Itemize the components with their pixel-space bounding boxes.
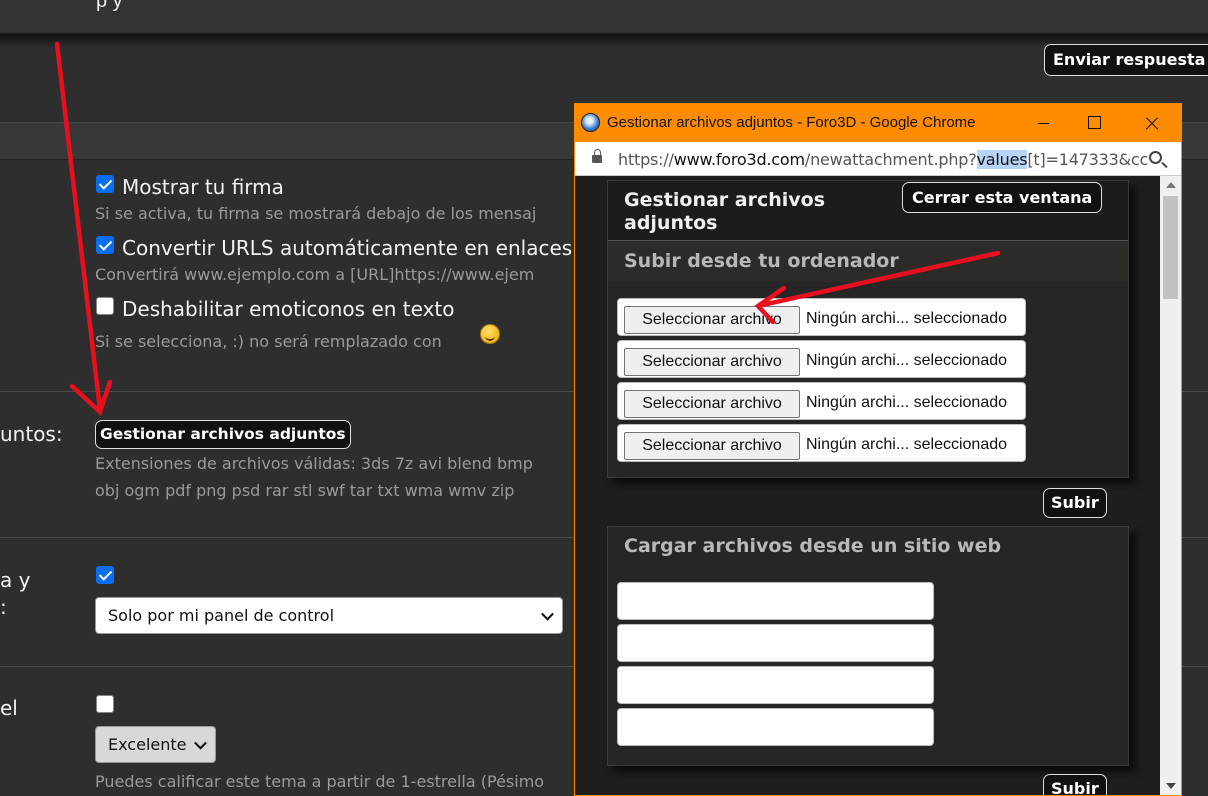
maximize-icon[interactable] <box>1071 104 1117 142</box>
file-input-4[interactable]: Seleccionar archivo Ningún archi... sele… <box>617 424 1026 462</box>
select-file-button[interactable]: Seleccionar archivo <box>624 432 800 460</box>
disable-smilies-checkbox[interactable] <box>96 297 114 315</box>
popup-window-title: Gestionar archivos adjuntos - Foro3D - G… <box>607 114 976 131</box>
top-band-text: p y <box>96 0 123 12</box>
rating-left-label: el <box>0 696 18 720</box>
auto-url-checkbox[interactable] <box>96 236 114 254</box>
chevron-down-icon <box>194 736 207 750</box>
subscription-left-label-2: : <box>0 595 7 619</box>
popup-titlebar: Gestionar archivos adjuntos - Foro3D - G… <box>575 104 1181 142</box>
panel-title-line1: Gestionar archivos <box>624 189 826 211</box>
disable-smilies-description: Si se selecciona, :) no será remplazado … <box>95 332 442 351</box>
web-upload-panel: Cargar archivos desde un sitio web <box>607 526 1129 766</box>
attachments-left-label: untos: <box>0 422 63 446</box>
web-section-title: Cargar archivos desde un sitio web <box>624 535 1002 557</box>
rating-description: Puedes calificar este tema a partir de 1… <box>95 772 545 791</box>
rating-value: Excelente <box>108 735 187 754</box>
subscription-mode-select[interactable]: Solo por mi panel de control <box>95 597 563 634</box>
scroll-down-icon[interactable] <box>1166 783 1176 789</box>
url-input-3[interactable] <box>617 666 934 704</box>
web-section-header: Cargar archivos desde un sitio web <box>608 527 1128 567</box>
auto-url-label: Convertir URLS automáticamente en enlace… <box>122 236 573 260</box>
url-input-1[interactable] <box>617 582 934 620</box>
scroll-up-icon[interactable] <box>1166 182 1176 188</box>
upload-section-title: Subir desde tu ordenador <box>624 250 899 272</box>
valid-extensions-line1: Extensiones de archivos válidas: 3ds 7z … <box>95 454 533 473</box>
select-file-button[interactable]: Seleccionar archivo <box>624 306 800 334</box>
zoom-icon[interactable] <box>1149 151 1162 164</box>
popup-content: Gestionar archivos adjuntos Cerrar esta … <box>575 176 1160 795</box>
panel-title-line2: adjuntos <box>624 212 718 234</box>
auto-url-description: Convertirá www.ejemplo.com a [URL]https:… <box>95 265 535 284</box>
address-bar[interactable]: https://www.foro3d.com/newattachment.php… <box>575 142 1181 176</box>
valid-extensions-line2: obj ogm pdf png psd rar stl swf tar txt … <box>95 481 515 500</box>
attachments-popup-window: Gestionar archivos adjuntos - Foro3D - G… <box>574 103 1182 796</box>
top-band: p y <box>0 0 1208 34</box>
close-icon[interactable] <box>1128 104 1174 142</box>
select-file-button[interactable]: Seleccionar archivo <box>624 348 800 376</box>
subscription-left-label-1: a y <box>0 568 31 592</box>
url-text[interactable]: https://www.foro3d.com/newattachment.php… <box>618 150 1148 169</box>
upload-button[interactable]: Subir <box>1043 488 1107 518</box>
annotation-arrowhead-down <box>69 379 113 417</box>
rating-checkbox[interactable] <box>96 695 114 713</box>
chrome-app-icon <box>581 113 600 132</box>
url-prefix: https:// <box>618 150 674 169</box>
url-input-4[interactable] <box>617 708 934 746</box>
upload-button-2[interactable]: Subir <box>1043 774 1107 795</box>
close-window-button[interactable]: Cerrar esta ventana <box>902 182 1103 213</box>
annotation-arrow-down <box>54 41 103 413</box>
popup-scrollbar[interactable] <box>1160 176 1181 795</box>
header-shadow <box>0 34 1208 48</box>
manage-attachments-button[interactable]: Gestionar archivos adjuntos <box>95 420 351 449</box>
chevron-down-icon <box>541 607 554 621</box>
file-status: Ningún archi... seleccionado <box>806 436 1008 453</box>
smiley-icon <box>480 324 500 344</box>
scroll-thumb[interactable] <box>1163 196 1178 299</box>
url-input-2[interactable] <box>617 624 934 662</box>
subscription-mode-value: Solo por mi panel de control <box>108 606 335 625</box>
show-signature-description: Si se activa, tu firma se mostrará debaj… <box>95 204 537 223</box>
file-input-3[interactable]: Seleccionar archivo Ningún archi... sele… <box>617 382 1026 420</box>
minimize-icon[interactable] <box>1021 104 1067 142</box>
select-file-button[interactable]: Seleccionar archivo <box>624 390 800 418</box>
lock-icon <box>592 149 602 163</box>
file-status: Ningún archi... seleccionado <box>806 394 1008 411</box>
show-signature-label: Mostrar tu firma <box>122 175 284 199</box>
url-domain: www.foro3d.com <box>673 150 805 169</box>
upload-section-header: Subir desde tu ordenador <box>608 242 1128 282</box>
url-path: /newattachment.php? <box>804 150 977 169</box>
file-status: Ningún archi... seleccionado <box>806 310 1008 327</box>
panel-header: Gestionar archivos adjuntos Cerrar esta … <box>608 181 1128 241</box>
show-signature-checkbox[interactable] <box>96 175 114 193</box>
rating-select[interactable]: Excelente <box>95 726 216 763</box>
send-reply-button[interactable]: Enviar respuesta <box>1044 44 1208 76</box>
file-input-2[interactable]: Seleccionar archivo Ningún archi... sele… <box>617 340 1026 378</box>
file-status: Ningún archi... seleccionado <box>806 352 1008 369</box>
file-input-1[interactable]: Seleccionar archivo Ningún archi... sele… <box>617 298 1026 336</box>
url-rest: [t]=147333&cc <box>1027 150 1149 169</box>
disable-smilies-label: Deshabilitar emoticonos en texto <box>122 297 455 321</box>
upload-panel: Gestionar archivos adjuntos Cerrar esta … <box>607 180 1129 478</box>
panel-title: Gestionar archivos adjuntos <box>624 189 825 235</box>
subscribe-checkbox[interactable] <box>96 566 114 584</box>
url-highlight: values <box>976 150 1028 169</box>
